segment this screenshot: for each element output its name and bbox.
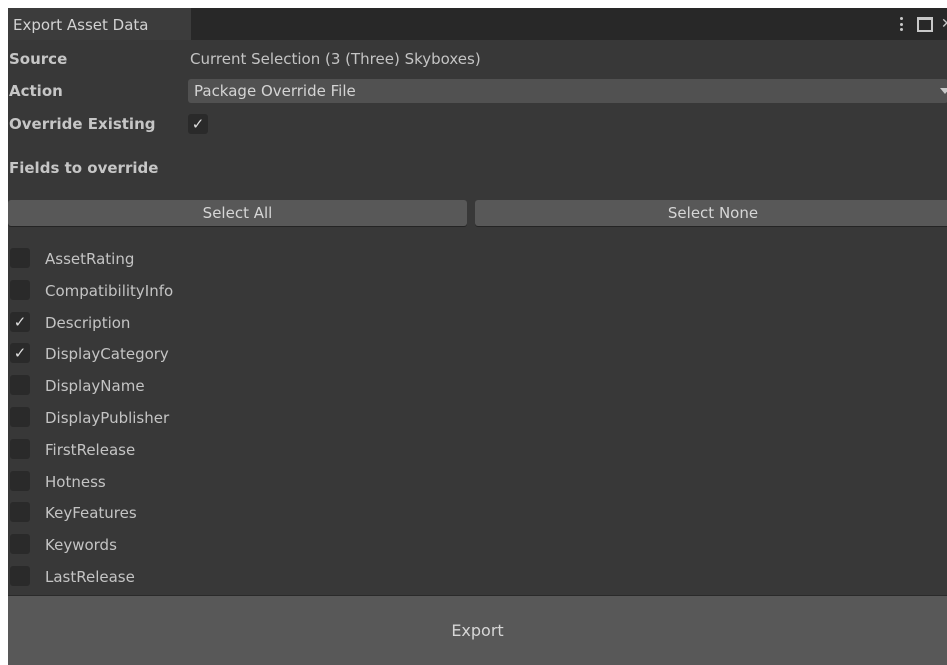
field-label: DisplayCategory	[45, 345, 169, 364]
action-dropdown-value: Package Override File	[194, 82, 356, 100]
field-label: AssetRating	[45, 250, 135, 268]
field-label: KeyFeatures	[45, 504, 137, 523]
field-label: FirstRelease	[45, 440, 136, 459]
field-checkbox-compatibilityinfo[interactable]	[10, 279, 30, 300]
export-button[interactable]: Export	[8, 595, 947, 665]
field-row-description[interactable]: ✓ Description	[8, 308, 947, 340]
field-row-keyfeatures[interactable]: KeyFeatures	[8, 498, 947, 530]
field-label: Hotness	[45, 472, 106, 491]
field-checkbox-displayname[interactable]	[10, 375, 30, 396]
close-icon[interactable]: ✕	[941, 17, 947, 31]
field-checkbox-description[interactable]: ✓	[10, 311, 30, 332]
field-checkbox-lastrelease[interactable]	[10, 565, 30, 586]
field-checkbox-hotness[interactable]	[10, 470, 30, 491]
field-checkbox-keywords[interactable]	[10, 534, 30, 555]
field-row-assetrating[interactable]: AssetRating	[8, 244, 947, 276]
kebab-menu-icon[interactable]	[899, 17, 903, 31]
field-checkbox-list: AssetRating CompatibilityInfo ✓ Description…	[8, 244, 947, 594]
source-value: Current Selection (3 (Three) Skyboxes)	[190, 50, 481, 68]
field-checkbox-firstrelease[interactable]	[10, 438, 30, 459]
field-label: DisplayPublisher	[45, 408, 170, 427]
field-row-lastrelease[interactable]: LastRelease	[8, 562, 947, 594]
field-label: LastRelease	[45, 567, 135, 586]
field-row-displayname[interactable]: DisplayName	[8, 371, 947, 403]
field-row-firstrelease[interactable]: FirstRelease	[8, 435, 947, 467]
action-label: Action	[9, 82, 63, 100]
field-checkbox-displaypublisher[interactable]	[10, 406, 30, 427]
field-row-displaycategory[interactable]: ✓ DisplayCategory	[8, 339, 947, 371]
field-label: DisplayName	[45, 377, 145, 396]
field-row-compatibilityinfo[interactable]: CompatibilityInfo	[8, 276, 947, 308]
override-existing-row: Override Existing ✓	[8, 110, 947, 138]
source-label: Source	[9, 50, 68, 68]
field-checkbox-displaycategory[interactable]: ✓	[10, 343, 30, 364]
tab-export-asset-data[interactable]: Export Asset Data	[8, 8, 191, 40]
field-row-keywords[interactable]: Keywords	[8, 530, 947, 562]
field-row-displaypublisher[interactable]: DisplayPublisher	[8, 403, 947, 435]
checkmark-icon: ✓	[13, 312, 27, 331]
window-titlebar: Export Asset Data ✕	[8, 8, 947, 40]
field-label: CompatibilityInfo	[45, 281, 174, 300]
select-none-button[interactable]: Select None	[475, 200, 947, 226]
maximize-icon[interactable]	[917, 16, 933, 32]
action-row: Action Package Override File	[8, 77, 947, 105]
field-label: Description	[45, 313, 131, 332]
window-controls: ✕	[899, 8, 947, 40]
field-label: Keywords	[45, 536, 117, 555]
select-all-button[interactable]: Select All	[8, 200, 467, 226]
override-existing-label: Override Existing	[9, 115, 156, 133]
field-checkbox-keyfeatures[interactable]	[10, 502, 30, 523]
action-dropdown[interactable]: Package Override File	[188, 79, 947, 103]
field-row-hotness[interactable]: Hotness	[8, 467, 947, 499]
checkmark-icon: ✓	[191, 115, 205, 133]
field-checkbox-assetrating[interactable]	[10, 248, 30, 268]
fields-to-override-heading: Fields to override	[9, 159, 159, 177]
export-asset-data-window: Export Asset Data ✕ Source Current Selec…	[8, 8, 947, 665]
checkmark-icon: ✓	[13, 344, 27, 363]
override-existing-checkbox[interactable]: ✓	[188, 114, 208, 134]
source-row: Source Current Selection (3 (Three) Skyb…	[8, 45, 947, 73]
triangle-down-icon	[940, 88, 947, 94]
